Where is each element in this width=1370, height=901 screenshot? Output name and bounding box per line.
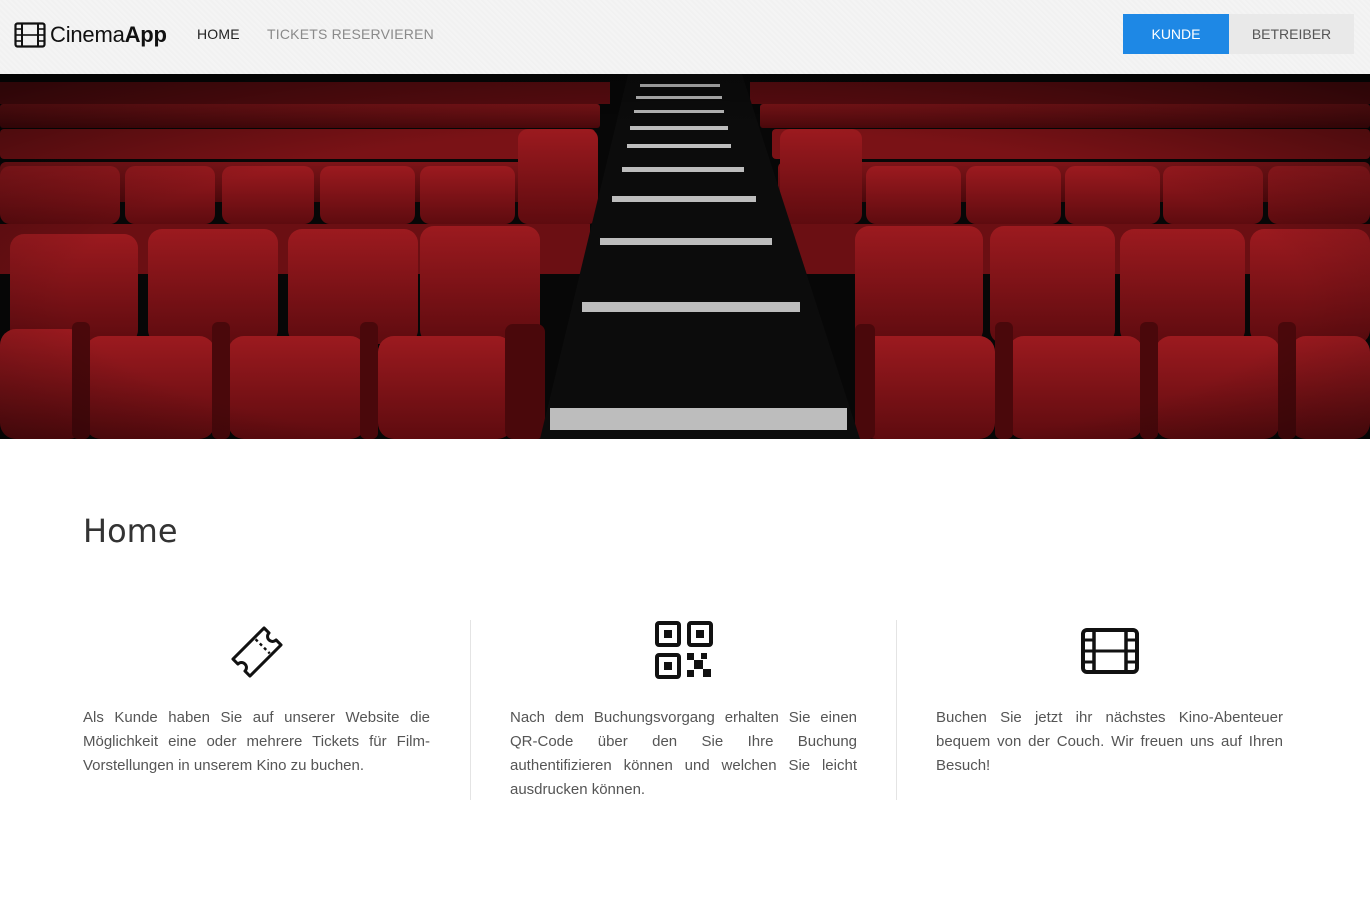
kunde-button[interactable]: KUNDE bbox=[1123, 14, 1229, 54]
role-switch: KUNDE BETREIBER bbox=[1123, 14, 1354, 54]
feature-text: Nach dem Buchungsvorgang erhalten Sie ei… bbox=[510, 709, 857, 798]
page-title: Home bbox=[83, 512, 178, 550]
film-icon bbox=[936, 620, 1283, 684]
ticket-icon bbox=[83, 620, 430, 684]
navbar: CinemaApp HOME TICKETS RESERVIEREN KUNDE… bbox=[0, 0, 1370, 74]
brand-name-light: Cinema bbox=[50, 22, 125, 47]
betreiber-button[interactable]: BETREIBER bbox=[1229, 14, 1354, 54]
features-section: Als Kunde haben Sie auf unserer Website … bbox=[83, 620, 1283, 800]
brand-name: CinemaApp bbox=[50, 22, 167, 48]
feature-text: Als Kunde haben Sie auf unserer Website … bbox=[83, 709, 430, 774]
nav-tickets-reservieren[interactable]: TICKETS RESERVIEREN bbox=[267, 26, 434, 42]
nav-home[interactable]: HOME bbox=[197, 26, 240, 42]
feature-text: Buchen Sie jetzt ihr nächstes Kino-Abent… bbox=[936, 709, 1283, 774]
brand-logo[interactable]: CinemaApp bbox=[14, 20, 167, 50]
qr-code-icon bbox=[510, 620, 857, 684]
hero-image bbox=[0, 74, 1370, 439]
brand-name-bold: App bbox=[124, 22, 167, 47]
divider bbox=[470, 620, 471, 800]
divider bbox=[896, 620, 897, 800]
film-icon bbox=[14, 22, 46, 48]
